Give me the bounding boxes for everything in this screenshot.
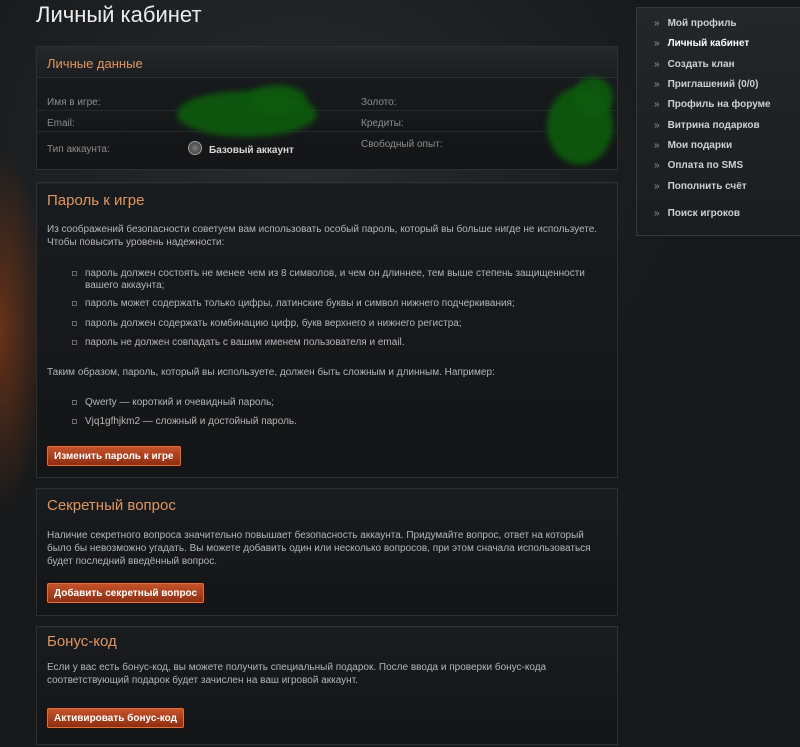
change-password-button[interactable]: Изменить пароль к игре <box>47 446 181 466</box>
menu-item-gift-showcase[interactable]: » Витрина подарков <box>654 120 760 131</box>
chevron-right-icon: » <box>654 140 660 151</box>
menu-item-player-search[interactable]: » Поиск игроков <box>654 208 740 219</box>
divider <box>37 110 617 111</box>
personal-data-header: Личные данные <box>37 47 617 78</box>
redaction-mark <box>247 85 307 115</box>
menu-item-my-profile[interactable]: » Мой профиль <box>654 18 737 29</box>
credits-label: Кредиты: <box>361 118 404 129</box>
email-label: Email: <box>47 118 75 129</box>
chevron-right-icon: » <box>654 208 660 219</box>
password-title: Пароль к игре <box>47 192 145 209</box>
password-panel: Пароль к игре Из соображений безопасност… <box>36 182 618 478</box>
chevron-right-icon: » <box>654 59 660 70</box>
secret-question-title: Секретный вопрос <box>47 497 176 514</box>
bonus-code-panel: Бонус-код Если у вас есть бонус-код, вы … <box>36 626 618 745</box>
chevron-right-icon: » <box>654 99 660 110</box>
menu-item-forum-profile[interactable]: » Профиль на форуме <box>654 99 771 110</box>
password-intro: Из соображений безопасности советуем вам… <box>47 224 598 248</box>
secret-question-panel: Секретный вопрос Наличие секретного вопр… <box>36 488 618 616</box>
add-secret-question-button[interactable]: Добавить секретный вопрос <box>47 583 205 603</box>
personal-data-panel: Личные данные Имя в игре: Email: Тип акк… <box>36 46 618 170</box>
bonus-code-text: Если у вас есть бонус-код, вы можете пол… <box>47 662 547 686</box>
account-type-label: Тип аккаунта: <box>47 144 110 155</box>
chevron-right-icon: » <box>654 181 660 192</box>
menu-item-my-gifts[interactable]: » Мои подарки <box>654 140 732 151</box>
nickname-label: Имя в игре: <box>47 97 101 108</box>
menu-item-sms-payment[interactable]: » Оплата по SMS <box>654 160 743 171</box>
account-type-value: Базовый аккаунт <box>188 141 294 156</box>
profile-menu: » Мой профиль » Личный кабинет » Создать кл… <box>636 7 800 236</box>
divider <box>37 131 617 132</box>
medal-icon <box>188 141 202 155</box>
menu-item-create-clan[interactable]: » Создать клан <box>654 59 735 70</box>
menu-item-invitations[interactable]: » Приглашений (0/0) <box>654 79 758 90</box>
activate-bonus-code-button[interactable]: Активировать бонус-код <box>47 708 184 728</box>
chevron-right-icon: » <box>654 18 660 29</box>
redaction-mark <box>573 77 613 117</box>
chevron-right-icon: » <box>654 38 660 49</box>
free-xp-label: Свободный опыт: <box>361 139 443 150</box>
menu-item-personal-cabinet[interactable]: » Личный кабинет <box>654 38 749 49</box>
bonus-code-title: Бонус-код <box>47 633 117 650</box>
personal-data-title: Личные данные <box>47 56 143 71</box>
password-summary: Таким образом, пароль, который вы исполь… <box>47 367 495 378</box>
gold-label: Золото: <box>361 97 397 108</box>
secret-question-text: Наличие секретного вопроса значительно п… <box>47 530 591 567</box>
page-title: Личный кабинет <box>36 2 202 27</box>
chevron-right-icon: » <box>654 160 660 171</box>
chevron-right-icon: » <box>654 120 660 131</box>
menu-item-top-up[interactable]: » Пополнить счёт <box>654 181 747 192</box>
chevron-right-icon: » <box>654 79 660 90</box>
